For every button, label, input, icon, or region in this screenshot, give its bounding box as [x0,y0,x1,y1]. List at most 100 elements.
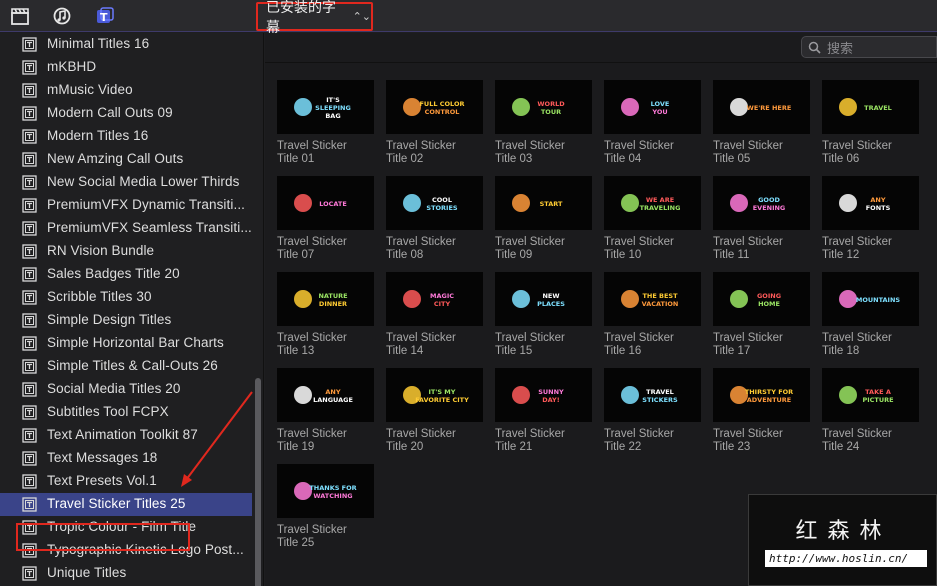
sidebar-item[interactable]: mMusic Video [0,79,252,102]
title-category-icon [22,60,37,75]
title-tile[interactable]: TAKE A PICTURE Travel Sticker Title 24 [822,368,919,454]
title-thumbnail[interactable]: SUNNY DAY! [495,368,592,422]
title-tile[interactable]: ANY LANGUAGE Travel Sticker Title 19 [277,368,374,454]
title-tile[interactable]: ANY FONTS Travel Sticker Title 12 [822,176,919,262]
title-category-icon [22,313,37,328]
sidebar-item[interactable]: Minimal Titles 16 [0,33,252,56]
title-thumbnail[interactable]: TRAVEL [822,80,919,134]
title-thumbnail[interactable]: MOUNTAINS [822,272,919,326]
title-tile[interactable]: LOCATE Travel Sticker Title 07 [277,176,374,262]
title-category-icon [22,37,37,52]
titles-generators-icon[interactable]: T [95,6,115,26]
sidebar-item[interactable]: Text Messages 18 [0,447,252,470]
title-thumbnail[interactable]: TAKE A PICTURE [822,368,919,422]
title-tile[interactable]: NEW PLACES Travel Sticker Title 15 [495,272,592,358]
sidebar-item[interactable]: Modern Titles 16 [0,125,252,148]
library-dropdown[interactable]: 已安装的字幕 ⌃⌄ [256,0,373,36]
sidebar-item[interactable]: Unique Titles [0,562,252,585]
sidebar-scrollbar[interactable] [255,378,261,586]
title-thumbnail[interactable]: ANY LANGUAGE [277,368,374,422]
sidebar-item[interactable]: Scribble Titles 30 [0,286,252,309]
sidebar-item[interactable]: Text Animation Toolkit 87 [0,424,252,447]
sidebar-item[interactable]: RN Vision Bundle [0,240,252,263]
title-tile[interactable]: MOUNTAINS Travel Sticker Title 18 [822,272,919,358]
sidebar-item[interactable]: Subtitles Tool FCPX [0,401,252,424]
title-tile[interactable]: LOVE YOU Travel Sticker Title 04 [604,80,701,166]
title-thumbnail[interactable]: START [495,176,592,230]
sidebar-item[interactable]: Tropic Colour - Film Title [0,516,252,539]
sidebar-item[interactable]: New Amzing Call Outs [0,148,252,171]
title-tile[interactable]: THE BEST VACATION Travel Sticker Title 16 [604,272,701,358]
sidebar-item-label: Sales Badges Title 20 [47,266,180,281]
sidebar-item[interactable]: Typographic Kinetic Logo Post... [0,539,252,562]
title-thumbnail[interactable]: IT'S SLEEPING BAG [277,80,374,134]
clapperboard-icon[interactable] [10,6,30,26]
sidebar-item[interactable]: mKBHD [0,56,252,79]
title-thumbnail[interactable]: WE'RE HERE [713,80,810,134]
sidebar-item[interactable]: Simple Horizontal Bar Charts [0,332,252,355]
title-thumbnail[interactable]: WORLD TOUR [495,80,592,134]
title-thumbnail[interactable]: THIRSTY FOR ADVENTURE [713,368,810,422]
title-tile-label: Travel Sticker Title 07 [277,236,347,261]
title-thumbnail[interactable]: WE ARE TRAVELING [604,176,701,230]
sidebar-item[interactable]: Simple Design Titles [0,309,252,332]
title-thumbnail[interactable]: ANY FONTS [822,176,919,230]
title-tile[interactable]: WORLD TOUR Travel Sticker Title 03 [495,80,592,166]
title-tile[interactable]: TRAVEL STICKERS Travel Sticker Title 22 [604,368,701,454]
title-thumbnail[interactable]: COOL STORIES [386,176,483,230]
title-tile[interactable]: WE ARE TRAVELING Travel Sticker Title 10 [604,176,701,262]
title-tile[interactable]: IT'S MY FAVORITE CITY Travel Sticker Title … [386,368,483,454]
title-tile[interactable]: IT'S SLEEPING BAG Travel Sticker Title 01 [277,80,374,166]
music-photo-icon[interactable] [52,6,72,26]
title-tile[interactable]: TRAVEL Travel Sticker Title 06 [822,80,919,166]
title-tile[interactable]: NATURE DINNER Travel Sticker Title 13 [277,272,374,358]
title-thumbnail[interactable]: NATURE DINNER [277,272,374,326]
title-thumbnail[interactable]: GOING HOME [713,272,810,326]
title-thumbnail[interactable]: THE BEST VACATION [604,272,701,326]
title-tile[interactable]: COOL STORIES Travel Sticker Title 08 [386,176,483,262]
title-thumbnail[interactable]: GOOD EVENING [713,176,810,230]
svg-text:MOUNTAINS: MOUNTAINS [856,296,901,304]
thumbnail-art-text: TRAVELING [640,204,681,212]
sidebar-item[interactable]: Travel Sticker Titles 25 [0,493,252,516]
title-category-icon [22,267,37,282]
sticker-art-icon: TRAVEL [839,98,892,116]
title-tile[interactable]: START Travel Sticker Title 09 [495,176,592,262]
title-tile-label: Travel Sticker Title 17 [713,332,783,357]
title-thumbnail[interactable]: FULL COLOR CONTROL [386,80,483,134]
title-tile[interactable]: SUNNY DAY! Travel Sticker Title 21 [495,368,592,454]
title-tile[interactable]: FULL COLOR CONTROL Travel Sticker Title 02 [386,80,483,166]
title-thumbnail[interactable]: THANKS FOR WATCHING [277,464,374,518]
sidebar-item[interactable]: Social Media Titles 20 [0,378,252,401]
thumbnail-art-text: NATURE [318,292,347,300]
title-thumbnail[interactable]: TRAVEL STICKERS [604,368,701,422]
title-thumbnail[interactable]: MAGIC CITY [386,272,483,326]
sticker-art-icon: GOOD EVENING [730,194,785,212]
title-thumbnail[interactable]: LOVE YOU [604,80,701,134]
sidebar-item[interactable]: Text Presets Vol.1 [0,470,252,493]
sidebar-item[interactable]: Simple Titles & Call-Outs 26 [0,355,252,378]
title-tile[interactable]: WE'RE HERE Travel Sticker Title 05 [713,80,810,166]
title-thumbnail[interactable]: IT'S MY FAVORITE CITY [386,368,483,422]
thumbnail-art-text: THE BEST [642,292,678,300]
sidebar-item[interactable]: PremiumVFX Seamless Transiti... [0,217,252,240]
title-tile[interactable]: GOING HOME Travel Sticker Title 17 [713,272,810,358]
title-tile[interactable]: MAGIC CITY Travel Sticker Title 14 [386,272,483,358]
thumbnail-art-text: CITY [434,300,451,308]
sidebar-item[interactable]: Sales Badges Title 20 [0,263,252,286]
svg-text:THE BESTVACATION: THE BEST VACATION [642,292,679,308]
title-tile[interactable]: THANKS FOR WATCHING Travel Sticker Title 25 [277,464,374,550]
title-tile[interactable]: THIRSTY FOR ADVENTURE Travel Sticker Title … [713,368,810,454]
title-tile-label: Travel Sticker Title 06 [822,140,892,165]
title-thumbnail[interactable]: LOCATE [277,176,374,230]
search-field[interactable]: 搜索 [801,36,937,58]
title-thumbnail[interactable]: NEW PLACES [495,272,592,326]
sidebar-item[interactable]: Modern Call Outs 09 [0,102,252,125]
sidebar-item[interactable]: PremiumVFX Dynamic Transiti... [0,194,252,217]
sidebar-item[interactable]: New Social Media Lower Thirds [0,171,252,194]
title-tile-label: Travel Sticker Title 04 [604,140,674,165]
title-tile-label: Travel Sticker Title 18 [822,332,892,357]
title-tile[interactable]: GOOD EVENING Travel Sticker Title 11 [713,176,810,262]
top-toolbar: T 已安装的字幕 ⌃⌄ [0,0,937,36]
svg-text:GOINGHOME: GOING HOME [757,292,781,308]
